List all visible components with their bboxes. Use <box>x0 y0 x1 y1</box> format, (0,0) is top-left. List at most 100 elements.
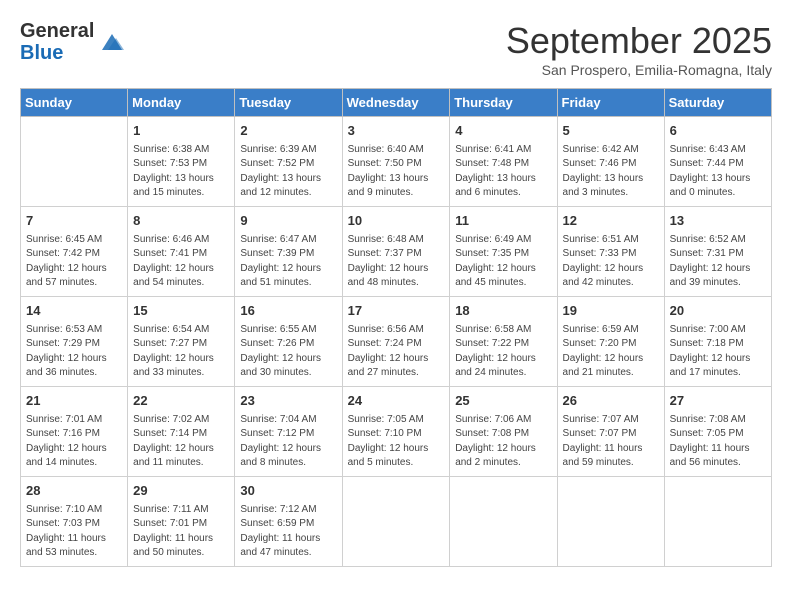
calendar-cell: 23Sunrise: 7:04 AMSunset: 7:12 PMDayligh… <box>235 387 342 477</box>
calendar-cell: 7Sunrise: 6:45 AMSunset: 7:42 PMDaylight… <box>21 207 128 297</box>
day-info: Sunrise: 6:48 AMSunset: 7:37 PMDaylight:… <box>348 233 445 291</box>
col-header-friday: Friday <box>557 89 664 117</box>
day-number: 13 <box>670 211 766 231</box>
day-info: Sunrise: 6:51 AMSunset: 7:33 PMDaylight:… <box>563 233 659 291</box>
calendar-cell: 15Sunrise: 6:54 AMSunset: 7:27 PMDayligh… <box>128 297 235 387</box>
day-info: Sunrise: 6:55 AMSunset: 7:26 PMDaylight:… <box>240 323 336 381</box>
day-info: Sunrise: 6:54 AMSunset: 7:27 PMDaylight:… <box>133 323 229 381</box>
day-number: 7 <box>26 211 122 231</box>
col-header-thursday: Thursday <box>450 89 557 117</box>
calendar-cell: 6Sunrise: 6:43 AMSunset: 7:44 PMDaylight… <box>664 117 771 207</box>
calendar-cell <box>450 477 557 567</box>
calendar-cell <box>342 477 450 567</box>
day-info: Sunrise: 7:08 AMSunset: 7:05 PMDaylight:… <box>670 413 766 471</box>
day-info: Sunrise: 6:46 AMSunset: 7:41 PMDaylight:… <box>133 233 229 291</box>
calendar-cell: 9Sunrise: 6:47 AMSunset: 7:39 PMDaylight… <box>235 207 342 297</box>
page-header: General Blue September 2025 San Prospero… <box>20 20 772 78</box>
day-number: 4 <box>455 121 551 141</box>
day-info: Sunrise: 7:10 AMSunset: 7:03 PMDaylight:… <box>26 503 122 561</box>
col-header-sunday: Sunday <box>21 89 128 117</box>
calendar-cell <box>664 477 771 567</box>
day-info: Sunrise: 6:38 AMSunset: 7:53 PMDaylight:… <box>133 143 229 201</box>
day-info: Sunrise: 7:12 AMSunset: 6:59 PMDaylight:… <box>240 503 336 561</box>
calendar-cell: 24Sunrise: 7:05 AMSunset: 7:10 PMDayligh… <box>342 387 450 477</box>
calendar-week-row: 21Sunrise: 7:01 AMSunset: 7:16 PMDayligh… <box>21 387 772 477</box>
day-number: 11 <box>455 211 551 231</box>
month-title: September 2025 <box>506 20 772 62</box>
day-number: 17 <box>348 301 445 321</box>
logo-text-blue: Blue <box>20 42 63 64</box>
day-info: Sunrise: 6:45 AMSunset: 7:42 PMDaylight:… <box>26 233 122 291</box>
day-info: Sunrise: 6:42 AMSunset: 7:46 PMDaylight:… <box>563 143 659 201</box>
day-info: Sunrise: 7:05 AMSunset: 7:10 PMDaylight:… <box>348 413 445 471</box>
calendar-cell: 18Sunrise: 6:58 AMSunset: 7:22 PMDayligh… <box>450 297 557 387</box>
calendar-cell: 3Sunrise: 6:40 AMSunset: 7:50 PMDaylight… <box>342 117 450 207</box>
calendar-cell <box>557 477 664 567</box>
day-info: Sunrise: 6:59 AMSunset: 7:20 PMDaylight:… <box>563 323 659 381</box>
day-info: Sunrise: 6:49 AMSunset: 7:35 PMDaylight:… <box>455 233 551 291</box>
calendar-cell: 26Sunrise: 7:07 AMSunset: 7:07 PMDayligh… <box>557 387 664 477</box>
day-number: 6 <box>670 121 766 141</box>
day-info: Sunrise: 7:02 AMSunset: 7:14 PMDaylight:… <box>133 413 229 471</box>
calendar-cell: 22Sunrise: 7:02 AMSunset: 7:14 PMDayligh… <box>128 387 235 477</box>
day-number: 20 <box>670 301 766 321</box>
calendar-cell: 17Sunrise: 6:56 AMSunset: 7:24 PMDayligh… <box>342 297 450 387</box>
day-info: Sunrise: 6:47 AMSunset: 7:39 PMDaylight:… <box>240 233 336 291</box>
day-number: 9 <box>240 211 336 231</box>
calendar-cell: 21Sunrise: 7:01 AMSunset: 7:16 PMDayligh… <box>21 387 128 477</box>
calendar-cell: 12Sunrise: 6:51 AMSunset: 7:33 PMDayligh… <box>557 207 664 297</box>
day-info: Sunrise: 6:41 AMSunset: 7:48 PMDaylight:… <box>455 143 551 201</box>
day-info: Sunrise: 6:52 AMSunset: 7:31 PMDaylight:… <box>670 233 766 291</box>
day-info: Sunrise: 6:53 AMSunset: 7:29 PMDaylight:… <box>26 323 122 381</box>
calendar-cell: 20Sunrise: 7:00 AMSunset: 7:18 PMDayligh… <box>664 297 771 387</box>
calendar-week-row: 14Sunrise: 6:53 AMSunset: 7:29 PMDayligh… <box>21 297 772 387</box>
day-number: 14 <box>26 301 122 321</box>
day-info: Sunrise: 6:56 AMSunset: 7:24 PMDaylight:… <box>348 323 445 381</box>
calendar-cell: 28Sunrise: 7:10 AMSunset: 7:03 PMDayligh… <box>21 477 128 567</box>
col-header-tuesday: Tuesday <box>235 89 342 117</box>
col-header-saturday: Saturday <box>664 89 771 117</box>
day-number: 19 <box>563 301 659 321</box>
day-info: Sunrise: 7:00 AMSunset: 7:18 PMDaylight:… <box>670 323 766 381</box>
title-block: September 2025 San Prospero, Emilia-Roma… <box>506 20 772 78</box>
day-number: 5 <box>563 121 659 141</box>
day-number: 23 <box>240 391 336 411</box>
day-number: 15 <box>133 301 229 321</box>
day-number: 2 <box>240 121 336 141</box>
day-info: Sunrise: 6:39 AMSunset: 7:52 PMDaylight:… <box>240 143 336 201</box>
day-number: 27 <box>670 391 766 411</box>
day-info: Sunrise: 6:43 AMSunset: 7:44 PMDaylight:… <box>670 143 766 201</box>
calendar-cell <box>21 117 128 207</box>
day-info: Sunrise: 7:07 AMSunset: 7:07 PMDaylight:… <box>563 413 659 471</box>
day-number: 25 <box>455 391 551 411</box>
calendar-header-row: SundayMondayTuesdayWednesdayThursdayFrid… <box>21 89 772 117</box>
day-number: 30 <box>240 481 336 501</box>
day-number: 12 <box>563 211 659 231</box>
calendar-cell: 2Sunrise: 6:39 AMSunset: 7:52 PMDaylight… <box>235 117 342 207</box>
day-number: 8 <box>133 211 229 231</box>
day-info: Sunrise: 7:06 AMSunset: 7:08 PMDaylight:… <box>455 413 551 471</box>
day-info: Sunrise: 7:11 AMSunset: 7:01 PMDaylight:… <box>133 503 229 561</box>
calendar-cell: 29Sunrise: 7:11 AMSunset: 7:01 PMDayligh… <box>128 477 235 567</box>
calendar-cell: 1Sunrise: 6:38 AMSunset: 7:53 PMDaylight… <box>128 117 235 207</box>
col-header-monday: Monday <box>128 89 235 117</box>
calendar-cell: 5Sunrise: 6:42 AMSunset: 7:46 PMDaylight… <box>557 117 664 207</box>
calendar-cell: 13Sunrise: 6:52 AMSunset: 7:31 PMDayligh… <box>664 207 771 297</box>
calendar-cell: 11Sunrise: 6:49 AMSunset: 7:35 PMDayligh… <box>450 207 557 297</box>
calendar-cell: 27Sunrise: 7:08 AMSunset: 7:05 PMDayligh… <box>664 387 771 477</box>
calendar-cell: 30Sunrise: 7:12 AMSunset: 6:59 PMDayligh… <box>235 477 342 567</box>
day-number: 10 <box>348 211 445 231</box>
calendar-cell: 25Sunrise: 7:06 AMSunset: 7:08 PMDayligh… <box>450 387 557 477</box>
calendar-cell: 14Sunrise: 6:53 AMSunset: 7:29 PMDayligh… <box>21 297 128 387</box>
calendar-week-row: 7Sunrise: 6:45 AMSunset: 7:42 PMDaylight… <box>21 207 772 297</box>
day-number: 28 <box>26 481 122 501</box>
day-number: 18 <box>455 301 551 321</box>
calendar-week-row: 1Sunrise: 6:38 AMSunset: 7:53 PMDaylight… <box>21 117 772 207</box>
day-number: 3 <box>348 121 445 141</box>
day-number: 21 <box>26 391 122 411</box>
day-number: 29 <box>133 481 229 501</box>
calendar-table: SundayMondayTuesdayWednesdayThursdayFrid… <box>20 88 772 567</box>
calendar-cell: 19Sunrise: 6:59 AMSunset: 7:20 PMDayligh… <box>557 297 664 387</box>
day-info: Sunrise: 6:40 AMSunset: 7:50 PMDaylight:… <box>348 143 445 201</box>
day-number: 1 <box>133 121 229 141</box>
